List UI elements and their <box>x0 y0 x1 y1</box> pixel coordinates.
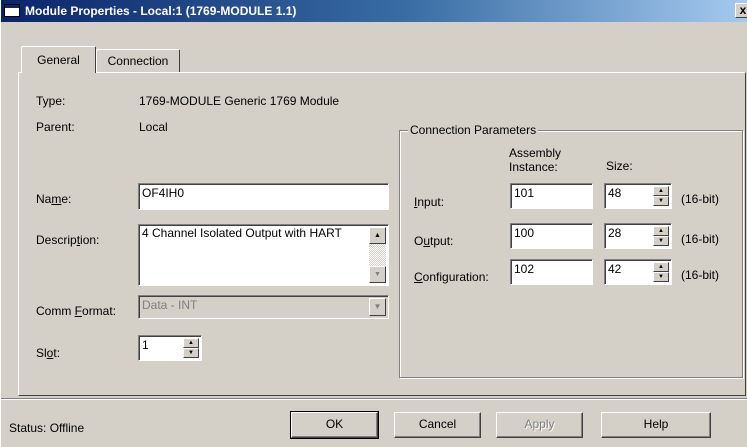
type-label: Type: <box>36 94 66 108</box>
name-label-part: Na <box>36 192 52 206</box>
input-label-part: nput: <box>417 195 445 209</box>
spin-down-icon[interactable]: ▼ <box>183 348 199 358</box>
comm-format-select: Data - INT ▼ <box>138 295 389 319</box>
cancel-button[interactable]: Cancel <box>394 412 481 438</box>
comm-format-label-part: ormat: <box>82 304 117 318</box>
configuration-instance-field[interactable]: 102 <box>510 259 593 285</box>
slot-value: 1 <box>142 338 149 352</box>
slot-label-part: Sl <box>36 346 47 360</box>
apply-button[interactable]: Apply <box>496 412 583 438</box>
module-properties-dialog: Module Properties - Local:1 (1769-MODULE… <box>0 0 747 447</box>
configuration-size-unit: (16-bit) <box>681 268 720 282</box>
slot-spinner[interactable]: 1 ▲ ▼ <box>138 335 202 361</box>
output-label: Output: <box>414 234 453 248</box>
output-size-spin-buttons[interactable]: ▲ ▼ <box>653 226 669 246</box>
configuration-size-spin-buttons[interactable]: ▲ ▼ <box>653 262 669 282</box>
input-size-spin-buttons[interactable]: ▲ ▼ <box>653 186 669 206</box>
name-label-part: e: <box>61 192 72 206</box>
name-label-accelerator: m <box>51 192 62 206</box>
input-size-value: 48 <box>608 186 622 200</box>
slot-label-part: t: <box>53 346 61 360</box>
output-label-part: tput: <box>430 234 454 248</box>
spin-down-icon[interactable]: ▼ <box>653 272 669 282</box>
window-title: Module Properties - Local:1 (1769-MODULE… <box>25 4 297 18</box>
connection-parameters-title: Connection Parameters <box>408 123 539 137</box>
close-button[interactable]: x <box>735 3 747 18</box>
spin-down-icon[interactable]: ▼ <box>653 196 669 206</box>
configuration-size-value: 42 <box>608 262 622 276</box>
spin-up-icon[interactable]: ▲ <box>653 262 669 272</box>
instance-header: Instance: <box>509 160 558 174</box>
tab-connection[interactable]: Connection <box>96 49 180 72</box>
configuration-label: Configuration: <box>414 270 489 284</box>
output-size-unit: (16-bit) <box>681 232 720 246</box>
output-label-part: O <box>414 234 424 248</box>
slot-label: Slot: <box>36 346 60 360</box>
scroll-up-icon[interactable]: ▲ <box>369 227 386 244</box>
title-bar[interactable]: Module Properties - Local:1 (1769-MODULE… <box>1 0 747 22</box>
name-label: Name: <box>36 192 71 206</box>
assembly-header: Assembly <box>509 146 562 160</box>
status-text: Status: Offline <box>9 421 85 435</box>
description-label-part: Descrip <box>36 233 77 247</box>
comm-format-label-accelerator: F <box>74 304 83 318</box>
configuration-label-part: onfiguration: <box>422 270 489 284</box>
comm-format-label-part: Comm <box>36 304 75 318</box>
slot-spin-buttons[interactable]: ▲ ▼ <box>183 338 199 358</box>
spin-up-icon[interactable]: ▲ <box>183 338 199 348</box>
description-scrollbar[interactable]: ▲ ▼ <box>369 227 386 283</box>
description-field[interactable]: 4 Channel Isolated Output with HART ▲ ▼ <box>138 224 389 286</box>
tab-general[interactable]: General <box>21 46 96 73</box>
ok-button[interactable]: OK <box>290 411 379 439</box>
input-instance-field[interactable]: 101 <box>510 183 593 209</box>
description-label-part: ion: <box>80 233 100 247</box>
description-label: Description: <box>36 233 99 247</box>
configuration-size-spinner[interactable]: 42 ▲ ▼ <box>604 259 672 285</box>
configuration-label-accelerator: C <box>414 270 423 284</box>
connection-parameters-group: Connection Parameters <box>399 123 743 378</box>
input-label: Input: <box>414 195 444 209</box>
output-size-value: 28 <box>608 226 622 240</box>
parent-label: Parent: <box>36 120 75 134</box>
spin-down-icon[interactable]: ▼ <box>653 236 669 246</box>
output-instance-field[interactable]: 100 <box>510 223 593 249</box>
input-size-unit: (16-bit) <box>681 192 720 206</box>
description-text: 4 Channel Isolated Output with HART <box>142 226 342 240</box>
comm-format-value: Data - INT <box>142 298 198 312</box>
help-button[interactable]: Help <box>601 412 711 438</box>
chevron-down-icon: ▼ <box>369 298 386 316</box>
output-size-spinner[interactable]: 28 ▲ ▼ <box>604 223 672 249</box>
comm-format-label: Comm Format: <box>36 304 116 318</box>
scroll-down-icon[interactable]: ▼ <box>369 266 386 283</box>
spin-up-icon[interactable]: ▲ <box>653 186 669 196</box>
window-icon <box>4 4 20 17</box>
type-value: 1769-MODULE Generic 1769 Module <box>139 94 340 108</box>
size-header: Size: <box>606 159 633 173</box>
footer-separator <box>1 398 747 400</box>
name-field[interactable]: OF4IH0 <box>138 183 389 210</box>
input-size-spinner[interactable]: 48 ▲ ▼ <box>604 183 672 209</box>
spin-up-icon[interactable]: ▲ <box>653 226 669 236</box>
parent-value: Local <box>139 120 168 134</box>
